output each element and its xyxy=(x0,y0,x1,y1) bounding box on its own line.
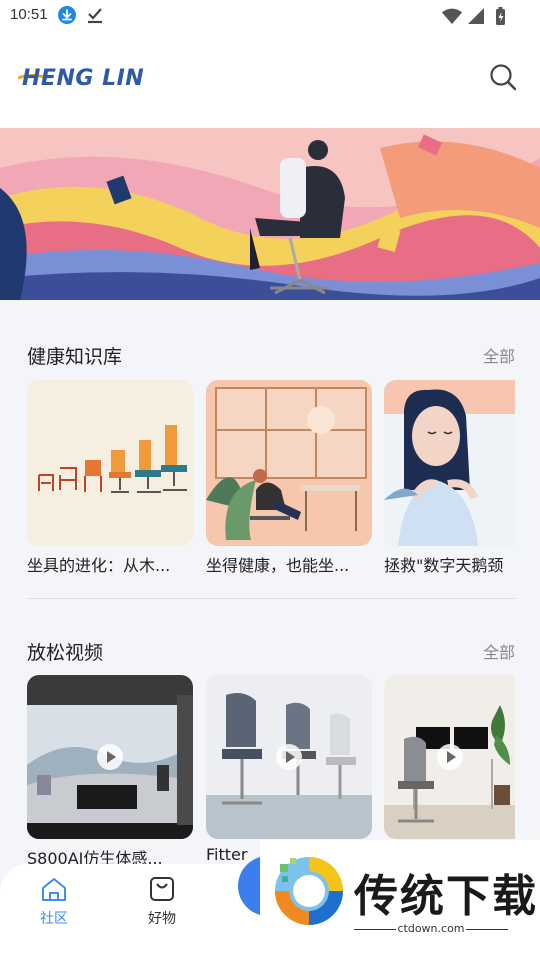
hero-banner[interactable] xyxy=(0,128,540,300)
video-card[interactable]: Fitter xyxy=(206,675,372,864)
card-thumbnail xyxy=(384,380,515,546)
system-status-icons xyxy=(442,7,505,25)
knowledge-section-title: 健康知识库 xyxy=(27,345,123,368)
play-icon[interactable] xyxy=(436,744,463,770)
card-thumbnail xyxy=(206,380,372,546)
knowledge-card[interactable]: 坐得健康，也能坐... xyxy=(206,380,372,576)
watermark-title: 传统下载 xyxy=(354,871,538,922)
watermark-overlay: 传统下载 ctdown.com xyxy=(260,840,540,938)
card-thumbnail xyxy=(27,380,193,546)
logo-text: HENG LIN xyxy=(22,65,145,91)
status-time: 10:51 xyxy=(10,6,48,23)
search-icon[interactable] xyxy=(488,62,518,92)
video-view-all-link[interactable]: 全部 xyxy=(483,639,515,663)
brand-logo: HENG LIN xyxy=(18,60,145,96)
knowledge-view-all-link[interactable]: 全部 xyxy=(483,343,515,367)
play-icon[interactable] xyxy=(97,744,123,770)
play-icon[interactable] xyxy=(276,744,302,770)
bag-icon xyxy=(150,877,174,901)
watermark-logo-icon xyxy=(275,857,343,925)
knowledge-section-header: 健康知识库 全部 xyxy=(27,340,515,370)
banner-illustration xyxy=(0,128,540,300)
video-section-title: 放松视频 xyxy=(27,641,104,664)
card-caption: 拯救"数字天鹅颈 xyxy=(384,556,504,575)
watermark-rule-right xyxy=(466,929,508,930)
tab-goods[interactable]: 好物 xyxy=(132,876,192,928)
status-bar: 10:51 xyxy=(0,0,540,32)
knowledge-card[interactable]: 坐具的进化：从木... xyxy=(27,380,193,576)
signal-icon xyxy=(468,8,484,24)
video-thumbnail xyxy=(27,675,193,839)
video-card[interactable] xyxy=(384,675,515,845)
card-caption: 坐得健康，也能坐... xyxy=(206,556,350,575)
video-section-header: 放松视频 全部 xyxy=(27,636,515,666)
video-thumbnail xyxy=(206,675,372,839)
app-header: HENG LIN xyxy=(0,32,540,128)
video-card[interactable]: S800AI仿生体感... xyxy=(27,675,193,869)
video-thumbnail xyxy=(384,675,515,839)
knowledge-card[interactable]: 拯救"数字天鹅颈 xyxy=(384,380,515,576)
card-caption: 坐具的进化：从木... xyxy=(27,556,171,575)
download-icon xyxy=(58,6,76,24)
download-done-icon xyxy=(88,8,102,24)
tab-label: 好物 xyxy=(148,911,176,927)
section-divider xyxy=(27,598,515,599)
home-icon xyxy=(42,878,66,901)
wifi-icon xyxy=(442,8,462,24)
tab-label: 社区 xyxy=(40,911,68,927)
tab-community[interactable]: 社区 xyxy=(24,876,84,928)
